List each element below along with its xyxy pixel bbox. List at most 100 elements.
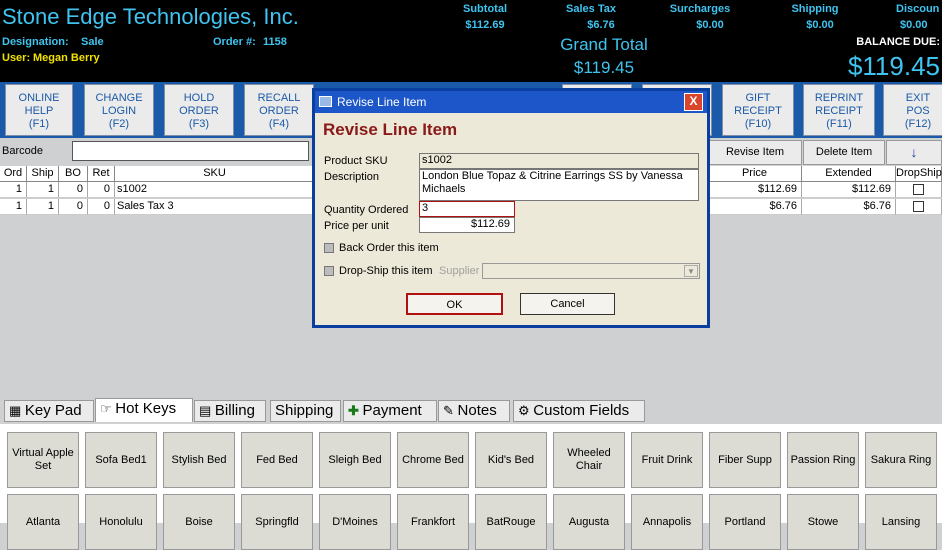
gift-receipt-button[interactable]: GIFT RECEIPT (F10) <box>722 84 794 136</box>
move-down-arrow-icon[interactable]: ↓ <box>886 140 942 165</box>
row1-ret: 0 <box>88 182 115 198</box>
supplier-label: Supplier <box>439 265 480 277</box>
subtotal-label: Subtotal <box>463 3 507 15</box>
hotkey-button[interactable]: Virtual Apple Set <box>7 432 79 488</box>
hotkey-button[interactable]: Wheeled Chair <box>553 432 625 488</box>
revise-item-button[interactable]: Revise Item <box>708 140 802 165</box>
hotkey-button[interactable]: Fiber Supp <box>709 432 781 488</box>
hotkey-button[interactable]: Chrome Bed <box>397 432 469 488</box>
hotkey-button[interactable]: Sofa Bed1 <box>85 432 157 488</box>
company-name: Stone Edge Technologies, Inc. <box>2 4 299 29</box>
hold-order-label: HOLD ORDER (F3) <box>179 92 219 130</box>
hotkey-label: Kid's Bed <box>487 453 535 466</box>
hotkey-button[interactable]: BatRouge <box>475 494 547 550</box>
hotkey-button[interactable]: Boise <box>163 494 235 550</box>
payment-icon: ✚ <box>348 403 363 418</box>
hotkey-button[interactable]: Stowe <box>787 494 859 550</box>
barcode-label: Barcode <box>2 145 43 157</box>
col-dropship: DropShip <box>896 166 942 182</box>
hotkey-label: Sofa Bed1 <box>95 453 147 466</box>
hotkey-label: Augusta <box>568 515 610 528</box>
tab-notes-label: Notes <box>457 402 497 419</box>
row2-sku[interactable]: Sales Tax 3 <box>115 199 315 215</box>
hotkey-button[interactable]: Sleigh Bed <box>319 432 391 488</box>
exit-pos-button[interactable]: EXIT POS (F12) <box>883 84 942 136</box>
surcharges-value: $0.00 <box>696 19 724 31</box>
close-icon[interactable]: X <box>684 93 703 111</box>
row1-sku[interactable]: s1002 <box>115 182 315 198</box>
sales-tax-value: $6.76 <box>587 19 615 31</box>
delete-item-button[interactable]: Delete Item <box>803 140 885 165</box>
backorder-checkbox[interactable] <box>324 243 334 253</box>
checkbox-icon <box>913 184 924 195</box>
price-input[interactable]: $112.69 <box>419 217 515 233</box>
hotkey-label: Atlanta <box>25 515 61 528</box>
row1-dropship-checkbox[interactable] <box>896 182 942 198</box>
hotkey-button[interactable]: Annapolis <box>631 494 703 550</box>
hotkey-button[interactable]: Augusta <box>553 494 625 550</box>
description-field[interactable]: London Blue Topaz & Citrine Earrings SS … <box>419 169 699 201</box>
backorder-label: Back Order this item <box>339 242 439 254</box>
recall-order-label: RECALL ORDER (F4) <box>257 92 301 130</box>
hotkey-button[interactable]: Fed Bed <box>241 432 313 488</box>
tab-key-pad[interactable]: ▦ Key Pad <box>4 400 94 422</box>
hotkey-button[interactable]: Frankfort <box>397 494 469 550</box>
tab-notes[interactable]: ✎ Notes <box>438 400 510 422</box>
reprint-receipt-button[interactable]: REPRINT RECEIPT (F11) <box>803 84 875 136</box>
col-sku: SKU <box>115 166 315 182</box>
hotkey-button[interactable]: Atlanta <box>7 494 79 550</box>
quantity-input[interactable]: 3 <box>419 201 515 217</box>
row1-ord: 1 <box>0 182 27 198</box>
order-number: 1158 <box>263 36 287 48</box>
supplier-dropdown[interactable]: ▼ <box>482 263 700 279</box>
tab-custom-fields-label: Custom Fields <box>533 402 630 419</box>
keypad-icon: ▦ <box>9 403 25 418</box>
dropship-checkbox[interactable] <box>324 266 334 276</box>
hotkey-label: Chrome Bed <box>402 453 464 466</box>
hotkey-button[interactable]: Passion Ring <box>787 432 859 488</box>
hotkey-label: Fruit Drink <box>641 453 693 466</box>
ok-button[interactable]: OK <box>406 293 503 315</box>
cancel-button[interactable]: Cancel <box>520 293 615 315</box>
hotkey-label: Passion Ring <box>790 453 856 466</box>
recall-order-button[interactable]: RECALL ORDER (F4) <box>244 84 314 136</box>
hotkey-button[interactable]: Portland <box>709 494 781 550</box>
discount-value: $0.00 <box>900 19 928 31</box>
tab-custom-fields[interactable]: ⚙ Custom Fields <box>513 400 645 422</box>
hotkey-button[interactable]: D'Moines <box>319 494 391 550</box>
hotkey-button[interactable]: Fruit Drink <box>631 432 703 488</box>
revise-line-item-dialog: Revise Line Item X Revise Line Item Prod… <box>312 88 710 328</box>
barcode-input[interactable] <box>72 141 309 161</box>
dialog-heading: Revise Line Item <box>323 120 458 139</box>
dialog-titlebar[interactable]: Revise Line Item <box>315 91 707 113</box>
hotkey-label: Virtual Apple Set <box>12 447 74 472</box>
row2-ord: 1 <box>0 199 27 215</box>
dropship-label: Drop-Ship this item <box>339 265 433 277</box>
hotkey-button[interactable]: Kid's Bed <box>475 432 547 488</box>
tab-payment[interactable]: ✚ Payment <box>343 400 437 422</box>
hotkey-button[interactable]: Springfld <box>241 494 313 550</box>
tab-hot-keys[interactable]: ☞ Hot Keys <box>95 398 193 422</box>
discount-label: Discoun <box>896 3 940 15</box>
col-bo: BO <box>59 166 88 182</box>
shipping-label: Shipping <box>791 3 839 15</box>
notes-pencil-icon: ✎ <box>443 403 458 418</box>
hold-order-button[interactable]: HOLD ORDER (F3) <box>164 84 234 136</box>
billing-book-icon: ▤ <box>199 403 215 418</box>
tab-billing[interactable]: ▤ Billing <box>194 400 266 422</box>
custom-fields-icon: ⚙ <box>518 403 534 418</box>
hotkey-button[interactable]: Honolulu <box>85 494 157 550</box>
sales-tax-label: Sales Tax <box>566 3 616 15</box>
hotkey-button[interactable]: Sakura Ring <box>865 432 937 488</box>
tab-shipping[interactable]: Shipping <box>270 400 341 422</box>
online-help-button[interactable]: ONLINE HELP (F1) <box>5 84 73 136</box>
hotkey-button[interactable]: Lansing <box>865 494 937 550</box>
hotkey-label: Annapolis <box>642 515 692 528</box>
tab-billing-label: Billing <box>214 402 255 419</box>
change-login-label: CHANGE LOGIN (F2) <box>95 92 143 130</box>
change-login-button[interactable]: CHANGE LOGIN (F2) <box>84 84 154 136</box>
hotkey-button[interactable]: Stylish Bed <box>163 432 235 488</box>
tab-hot-keys-label: Hot Keys <box>115 400 177 417</box>
shipping-value: $0.00 <box>806 19 834 31</box>
row2-dropship-checkbox[interactable] <box>896 199 942 215</box>
